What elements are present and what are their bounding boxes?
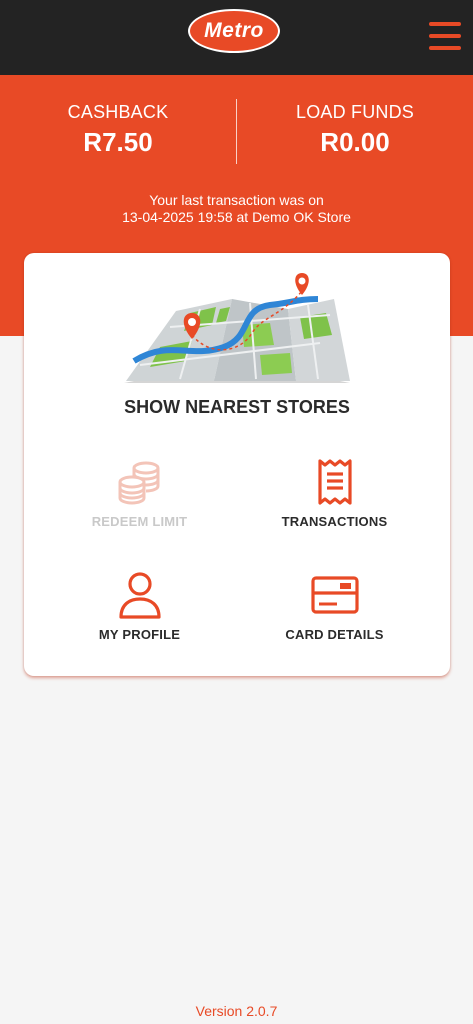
metro-logo: Metro xyxy=(188,9,280,53)
version-text: Version 2.0.7 xyxy=(195,1003,278,1019)
load-funds-section[interactable]: LOAD FUNDS R0.00 xyxy=(237,102,473,158)
last-transaction-line1: Your last transaction was on xyxy=(149,192,324,208)
load-funds-value: R0.00 xyxy=(320,127,390,157)
receipt-icon xyxy=(317,459,352,505)
redeem-limit-label: REDEEM LIMIT xyxy=(91,514,188,529)
card-details-label: CARD DETAILS xyxy=(285,627,384,642)
coins-icon xyxy=(118,461,159,505)
hamburger-menu-icon[interactable] xyxy=(429,22,461,50)
last-transaction-line2: 13-04-2025 19:58 at Demo OK Store xyxy=(122,209,351,225)
logo-text: Metro xyxy=(204,19,264,42)
top-bar: Metro xyxy=(0,0,473,75)
credit-card-icon xyxy=(310,576,359,614)
card-details-button[interactable]: CARD DETAILS xyxy=(228,571,441,661)
map-illustration[interactable] xyxy=(120,269,354,389)
transactions-label: TRANSACTIONS xyxy=(281,514,388,529)
redeem-limit-button[interactable]: REDEEM LIMIT xyxy=(33,458,246,548)
cashback-value: R7.50 xyxy=(83,127,153,157)
actions-card: SHOW NEAREST STORES REDEEM LIMIT TRANSAC… xyxy=(24,253,450,676)
load-funds-label: LOAD FUNDS xyxy=(295,102,414,122)
my-profile-button[interactable]: MY PROFILE xyxy=(33,571,246,661)
cashback-label: CASHBACK xyxy=(67,102,169,122)
show-nearest-stores-button[interactable]: SHOW NEAREST STORES xyxy=(24,397,450,418)
cashback-section[interactable]: CASHBACK R7.50 xyxy=(0,102,236,158)
user-icon xyxy=(118,572,161,619)
transactions-button[interactable]: TRANSACTIONS xyxy=(228,458,441,548)
my-profile-label: MY PROFILE xyxy=(98,627,181,642)
